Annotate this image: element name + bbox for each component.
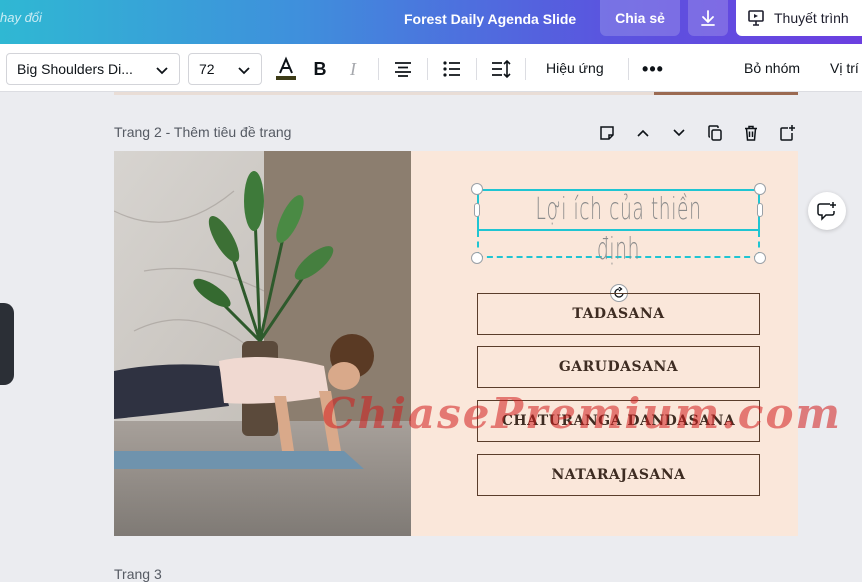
- save-status: hay đổi: [0, 10, 42, 25]
- pose-item[interactable]: TADASANA: [477, 293, 760, 335]
- bullet-list-icon: [443, 61, 460, 77]
- page-title[interactable]: Trang 2 - Thêm tiêu đề trang: [114, 124, 291, 140]
- resize-handle-top-left[interactable]: [471, 183, 483, 195]
- move-up-button[interactable]: [630, 122, 656, 144]
- add-page-icon: [780, 125, 795, 141]
- pose-item[interactable]: NATARAJASANA: [477, 454, 760, 496]
- delete-page-button[interactable]: [738, 122, 764, 144]
- page-actions: [594, 122, 800, 144]
- download-icon: [701, 10, 715, 26]
- previous-page-image-edge: [654, 92, 798, 95]
- page-3-title[interactable]: Trang 3: [114, 566, 162, 582]
- duplicate-page-button[interactable]: [702, 122, 728, 144]
- download-button[interactable]: [688, 0, 728, 36]
- document-title[interactable]: Forest Daily Agenda Slide: [404, 11, 576, 27]
- copy-icon: [708, 125, 722, 141]
- chevron-down-icon: [238, 67, 250, 75]
- add-page-button[interactable]: [774, 122, 800, 144]
- align-button[interactable]: [390, 56, 416, 82]
- resize-handle-bottom-right[interactable]: [754, 252, 766, 264]
- sticky-note-icon: [600, 126, 614, 140]
- line-spacing-icon: [492, 59, 511, 79]
- toolbar-divider: [378, 58, 379, 80]
- pose-item[interactable]: GARUDASANA: [477, 346, 760, 388]
- editor-toolbar: Big Shoulders Di... 72 B I Hiệu ứng ••• …: [0, 44, 862, 92]
- move-down-button[interactable]: [666, 122, 692, 144]
- ungroup-button[interactable]: Bỏ nhóm: [744, 60, 800, 76]
- previous-page-bottom: [114, 92, 798, 95]
- share-button[interactable]: Chia sẻ: [600, 0, 680, 36]
- text-color-button[interactable]: [273, 56, 299, 82]
- position-button[interactable]: Vị trí: [830, 60, 859, 76]
- slide-headline[interactable]: Lợi ích của thiền định: [531, 190, 706, 267]
- toolbar-divider: [525, 58, 526, 80]
- top-bar: hay đổi Forest Daily Agenda Slide Chia s…: [0, 0, 862, 44]
- font-family-value: Big Shoulders Di...: [17, 61, 133, 77]
- font-size-value: 72: [199, 61, 215, 77]
- text-color-icon: [276, 56, 296, 80]
- trash-icon: [745, 125, 757, 141]
- present-label: Thuyết trình: [774, 10, 849, 26]
- chevron-down-icon: [156, 67, 168, 75]
- toolbar-divider: [427, 58, 428, 80]
- notes-button[interactable]: [594, 122, 620, 144]
- toolbar-divider: [628, 58, 629, 80]
- present-icon: [748, 10, 764, 26]
- italic-button[interactable]: I: [340, 56, 366, 82]
- list-button[interactable]: [439, 56, 465, 82]
- chevron-down-icon: [673, 129, 685, 137]
- resize-handle-right[interactable]: [757, 203, 763, 217]
- bold-icon: B: [313, 58, 327, 79]
- watermark: ChiasePremium.com: [322, 389, 842, 438]
- font-size-select[interactable]: 72: [188, 53, 262, 85]
- yoga-photo[interactable]: [114, 151, 411, 536]
- side-panel-toggle[interactable]: [0, 303, 14, 385]
- yoga-photo-illustration: [114, 151, 411, 536]
- present-button[interactable]: Thuyết trình: [736, 0, 862, 36]
- italic-icon: I: [350, 58, 356, 79]
- resize-handle-left[interactable]: [474, 203, 480, 217]
- comment-add-icon: [817, 202, 836, 221]
- more-icon: •••: [642, 58, 664, 79]
- resize-handle-top-right[interactable]: [754, 183, 766, 195]
- align-center-icon: [395, 62, 411, 77]
- spacing-button[interactable]: [488, 56, 514, 82]
- toolbar-divider: [476, 58, 477, 80]
- effects-button[interactable]: Hiệu ứng: [546, 60, 604, 76]
- font-family-select[interactable]: Big Shoulders Di...: [6, 53, 180, 85]
- more-options-button[interactable]: •••: [640, 56, 666, 82]
- bold-button[interactable]: B: [307, 56, 333, 82]
- add-comment-button[interactable]: [808, 192, 846, 230]
- chevron-up-icon: [637, 129, 649, 137]
- resize-handle-bottom-left[interactable]: [471, 252, 483, 264]
